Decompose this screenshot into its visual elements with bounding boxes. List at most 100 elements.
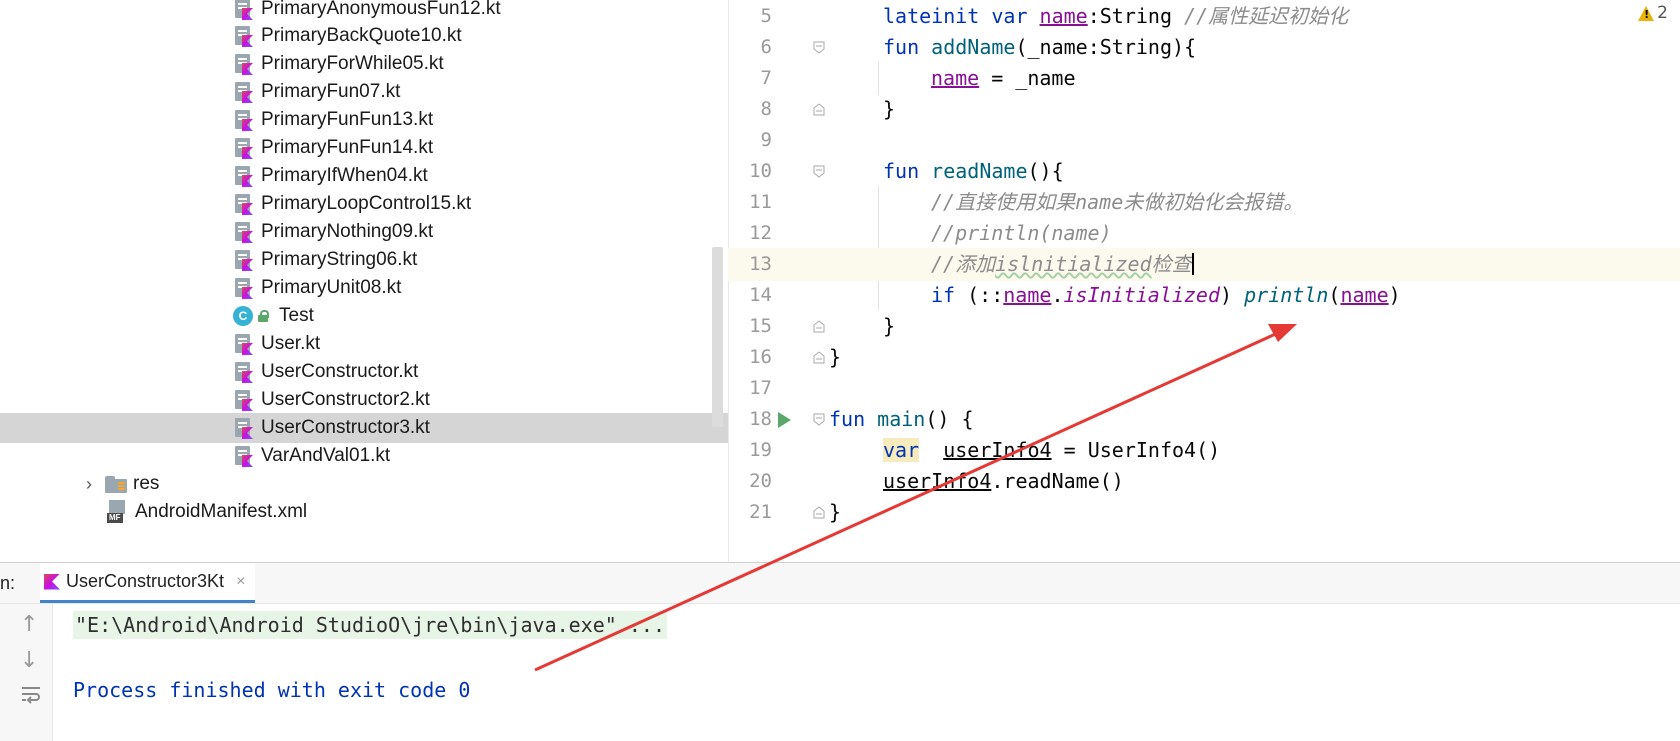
console-command-line: "E:\Android\Android StudioO\jre\bin\java…	[73, 611, 668, 639]
tree-item[interactable]: PrimaryForWhile05.kt	[0, 49, 728, 79]
kotlin-file-icon	[234, 221, 254, 243]
tree-item-label: UserConstructor.kt	[261, 361, 419, 382]
tree-item[interactable]: PrimaryString06.kt	[0, 245, 728, 275]
tree-item[interactable]: VarAndVal01.kt	[0, 441, 728, 471]
tree-item-manifest[interactable]: MF AndroidManifest.xml	[0, 497, 728, 527]
run-tool-window: n: UserConstructor3Kt × ↑ ↓ "E:\Android\…	[0, 562, 1680, 741]
soft-wrap-icon[interactable]	[20, 684, 42, 710]
line-number: 9	[760, 129, 772, 151]
tree-scrollbar[interactable]	[712, 247, 723, 427]
project-tree: PrimaryAnonymousFun12.kt PrimaryBackQuot…	[0, 0, 728, 562]
tree-folder-res[interactable]: › res	[0, 469, 728, 499]
fold-close-icon[interactable]	[813, 506, 825, 519]
tree-item-label: PrimaryUnit08.kt	[261, 277, 402, 298]
console-exit-message: Process finished with exit code 0	[73, 678, 471, 702]
kotlin-file-icon	[234, 277, 254, 299]
text-caret	[1191, 253, 1194, 275]
kotlin-file-icon	[234, 333, 254, 355]
line-number: 8	[760, 98, 772, 120]
chevron-right-icon[interactable]: ›	[77, 474, 101, 495]
code-line: 17	[728, 372, 1680, 405]
kotlin-file-icon	[234, 81, 254, 103]
tree-item[interactable]: PrimaryIfWhen04.kt	[0, 161, 728, 191]
kotlin-file-icon	[234, 25, 254, 47]
tree-item-label: PrimaryString06.kt	[261, 249, 418, 270]
line-number: 21	[749, 501, 772, 523]
tree-item-label: PrimaryFun07.kt	[261, 81, 401, 102]
line-number: 12	[749, 222, 772, 244]
tree-item-label: PrimaryNothing09.kt	[261, 221, 434, 242]
code-line: 18 fun main() {	[728, 403, 1680, 436]
tree-item[interactable]: C Test	[0, 301, 728, 331]
manifest-file-icon: MF	[107, 500, 129, 524]
line-number: 19	[749, 439, 772, 461]
run-icon[interactable]	[778, 412, 791, 428]
tree-item-label: PrimaryFunFun14.kt	[261, 137, 434, 158]
tree-item-label: AndroidManifest.xml	[135, 501, 308, 522]
kotlin-file-icon	[234, 389, 254, 411]
kotlin-file-icon	[234, 109, 254, 131]
line-number: 15	[749, 315, 772, 337]
fold-close-icon[interactable]	[813, 103, 825, 116]
tree-item[interactable]: User.kt	[0, 329, 728, 359]
code-line: 15 }	[728, 310, 1680, 343]
code-line: 20 userInfo4.readName()	[728, 465, 1680, 498]
code-line: 14 if (::name.isInitialized) println(nam…	[728, 279, 1680, 312]
tree-item[interactable]: PrimaryUnit08.kt	[0, 273, 728, 303]
close-icon[interactable]: ×	[236, 573, 245, 591]
kotlin-file-icon	[234, 137, 254, 159]
run-title: n:	[0, 573, 16, 593]
fold-close-icon[interactable]	[813, 351, 825, 364]
kotlin-file-icon	[234, 165, 254, 187]
code-editor[interactable]: 2 5 lateinit var name:String //属性延迟初始化 6…	[728, 0, 1680, 562]
fold-open-icon[interactable]	[813, 41, 825, 54]
kotlin-file-icon	[234, 193, 254, 215]
tree-item-label: Test	[279, 305, 314, 326]
tree-item[interactable]: UserConstructor2.kt	[0, 385, 728, 415]
lock-icon	[257, 310, 269, 322]
fold-open-icon[interactable]	[813, 165, 825, 178]
line-number: 13	[749, 253, 772, 275]
tree-item-label: PrimaryAnonymousFun12.kt	[261, 0, 501, 19]
tree-item-label: PrimaryFunFun13.kt	[261, 109, 434, 130]
code-line: 21 }	[728, 496, 1680, 529]
tree-item[interactable]: PrimaryBackQuote10.kt	[0, 21, 728, 51]
kotlin-file-icon	[234, 53, 254, 75]
tree-item[interactable]: PrimaryFunFun14.kt	[0, 133, 728, 163]
run-toolbar: ↑ ↓	[0, 604, 53, 741]
fold-open-icon[interactable]	[813, 413, 825, 426]
tree-item-label: VarAndVal01.kt	[261, 445, 391, 466]
tree-item-label: PrimaryBackQuote10.kt	[261, 25, 462, 46]
tree-item-label: PrimaryIfWhen04.kt	[261, 165, 428, 186]
kotlin-file-icon	[234, 417, 254, 439]
fold-close-icon[interactable]	[813, 320, 825, 333]
tree-item[interactable]: PrimaryLoopControl15.kt	[0, 189, 728, 219]
tree-item-selected[interactable]: UserConstructor3.kt	[0, 413, 728, 443]
tree-item-label: UserConstructor2.kt	[261, 389, 430, 410]
tree-item-label: UserConstructor3.kt	[261, 417, 430, 438]
line-number: 5	[760, 5, 772, 27]
run-header: n: UserConstructor3Kt ×	[0, 563, 1680, 604]
tree-item-label: PrimaryForWhile05.kt	[261, 53, 444, 74]
kotlin-file-icon	[234, 249, 254, 271]
folder-icon	[105, 475, 127, 493]
code-line: 12 //println(name)	[728, 217, 1680, 250]
code-line: 16 }	[728, 341, 1680, 374]
code-line: 19 var userInfo4 = UserInfo4()	[728, 434, 1680, 467]
line-number: 16	[749, 346, 772, 368]
line-number: 7	[760, 67, 772, 89]
tree-item[interactable]: PrimaryFunFun13.kt	[0, 105, 728, 135]
code-line: 6 fun addName(_name:String){	[728, 31, 1680, 64]
code-line: 8 }	[728, 93, 1680, 126]
run-config-tab[interactable]: UserConstructor3Kt ×	[40, 563, 256, 603]
tree-item[interactable]: UserConstructor.kt	[0, 357, 728, 387]
line-number: 10	[749, 160, 772, 182]
tree-item[interactable]: PrimaryFun07.kt	[0, 77, 728, 107]
code-line: 9	[728, 124, 1680, 157]
line-number: 11	[749, 191, 772, 213]
kotlin-file-icon	[234, 361, 254, 383]
tree-item[interactable]: PrimaryNothing09.kt	[0, 217, 728, 247]
up-arrow-icon[interactable]: ↑	[20, 612, 38, 637]
code-line-current: 13 //添加islnitialized检查	[728, 248, 1680, 281]
down-arrow-icon[interactable]: ↓	[20, 648, 38, 673]
